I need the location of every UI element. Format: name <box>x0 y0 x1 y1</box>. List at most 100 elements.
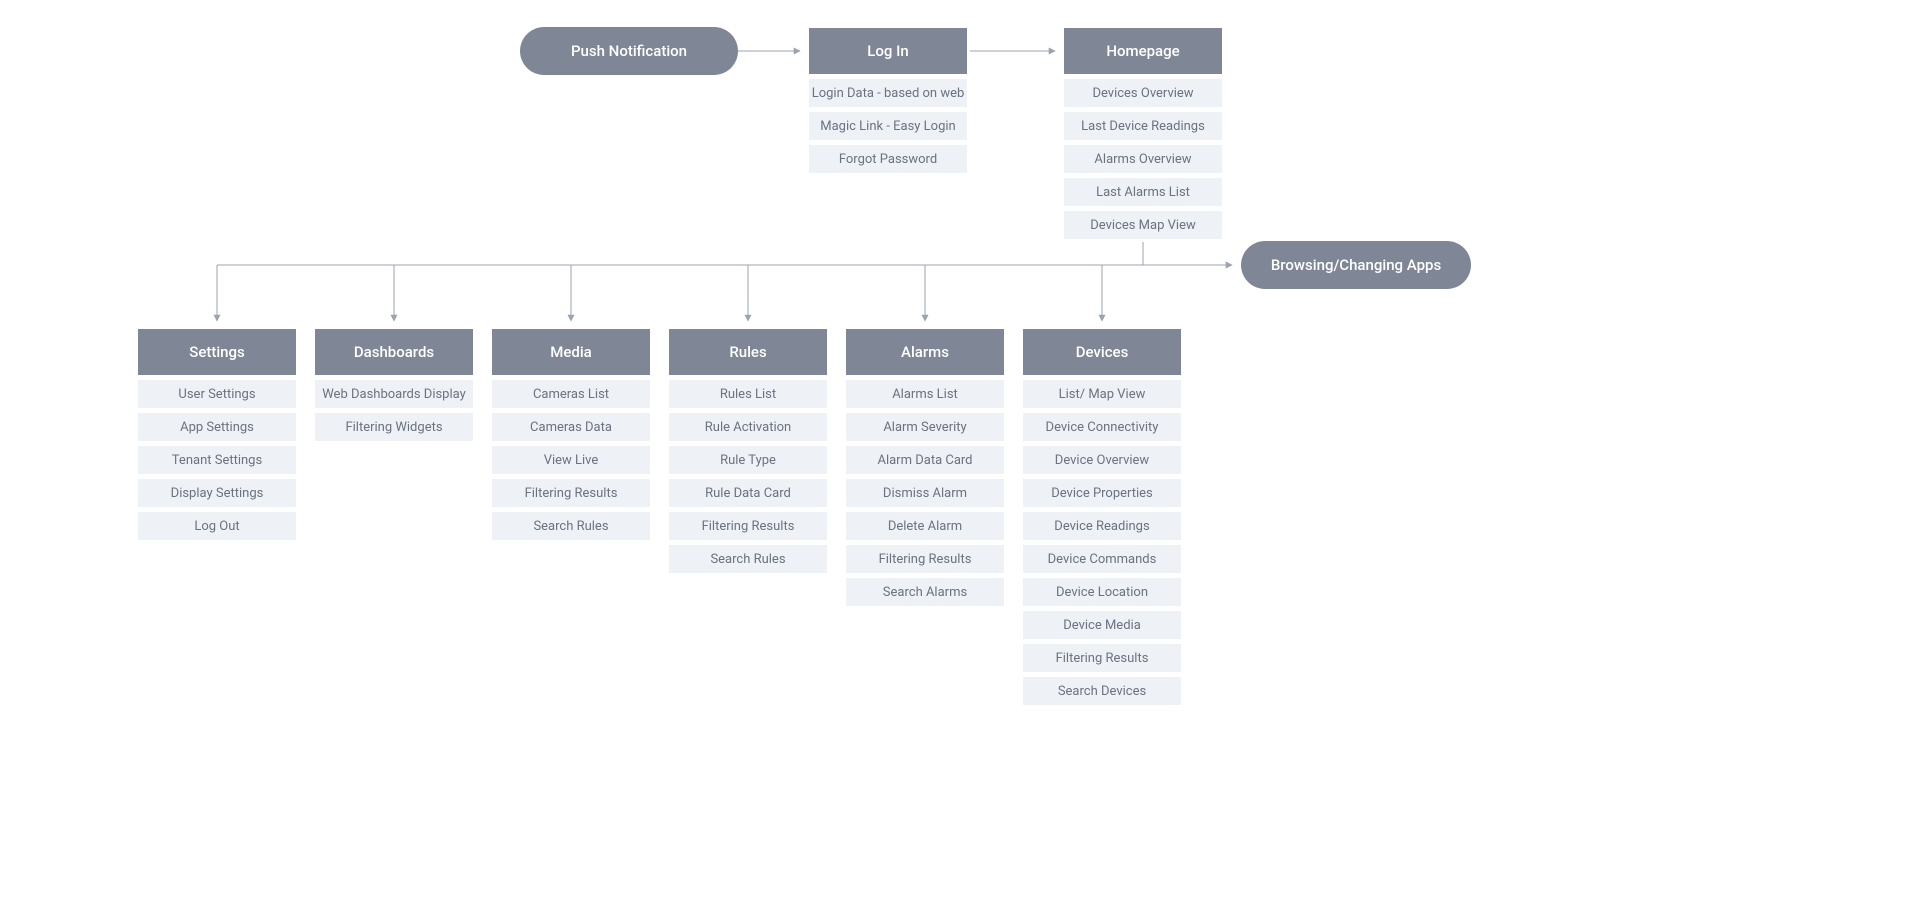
item-label: Rule Type <box>720 453 776 468</box>
settings-item: Log Out <box>138 512 296 540</box>
login-item: Login Data - based on web <box>809 79 967 107</box>
devices-item: Device Properties <box>1023 479 1181 507</box>
group-rules: Rules Rules List Rule Activation Rule Ty… <box>669 329 827 578</box>
item-label: List/ Map View <box>1059 387 1146 402</box>
item-label: Device Connectivity <box>1046 420 1159 435</box>
devices-item: Filtering Results <box>1023 644 1181 672</box>
item-label: Login Data - based on web <box>812 86 965 101</box>
group-settings: Settings User Settings App Settings Tena… <box>138 329 296 545</box>
group-header-dashboards: Dashboards <box>315 329 473 375</box>
item-label: Devices Map View <box>1090 218 1195 233</box>
login-item: Forgot Password <box>809 145 967 173</box>
group-header-homepage: Homepage <box>1064 28 1222 74</box>
item-label: Filtering Results <box>525 486 618 501</box>
dashboards-item: Web Dashboards Display <box>315 380 473 408</box>
group-login: Log In Login Data - based on web Magic L… <box>809 28 967 178</box>
alarms-item: Dismiss Alarm <box>846 479 1004 507</box>
alarms-item: Alarms List <box>846 380 1004 408</box>
item-label: Rule Activation <box>705 420 791 435</box>
item-label: Magic Link - Easy Login <box>820 119 955 134</box>
header-label: Alarms <box>901 343 949 361</box>
homepage-item: Last Device Readings <box>1064 112 1222 140</box>
media-item: Cameras List <box>492 380 650 408</box>
item-label: Devices Overview <box>1092 86 1193 101</box>
homepage-item: Devices Overview <box>1064 79 1222 107</box>
item-label: Cameras List <box>533 387 609 402</box>
item-label: Dismiss Alarm <box>883 486 967 501</box>
header-label: Media <box>550 343 592 361</box>
node-push-notification: Push Notification <box>520 27 738 75</box>
item-label: Web Dashboards Display <box>322 387 466 402</box>
header-label: Dashboards <box>354 343 434 361</box>
item-label: Cameras Data <box>530 420 612 435</box>
item-label: Filtering Results <box>702 519 795 534</box>
settings-item: User Settings <box>138 380 296 408</box>
item-label: Last Device Readings <box>1081 119 1205 134</box>
group-header-login: Log In <box>809 28 967 74</box>
devices-item: Device Commands <box>1023 545 1181 573</box>
item-label: Rule Data Card <box>705 486 791 501</box>
item-label: Search Rules <box>533 519 608 534</box>
diagram-canvas: Push Notification Browsing/Changing Apps… <box>0 0 1917 900</box>
settings-item: Tenant Settings <box>138 446 296 474</box>
group-header-settings: Settings <box>138 329 296 375</box>
rules-item: Rule Activation <box>669 413 827 441</box>
item-label: Filtering Results <box>879 552 972 567</box>
rules-item: Rule Type <box>669 446 827 474</box>
media-item: Cameras Data <box>492 413 650 441</box>
item-label: Filtering Results <box>1056 651 1149 666</box>
homepage-item: Devices Map View <box>1064 211 1222 239</box>
devices-item: List/ Map View <box>1023 380 1181 408</box>
item-label: Device Location <box>1056 585 1148 600</box>
item-label: Alarm Severity <box>883 420 966 435</box>
item-label: Alarms Overview <box>1094 152 1191 167</box>
group-header-alarms: Alarms <box>846 329 1004 375</box>
item-label: App Settings <box>180 420 254 435</box>
alarms-item: Alarm Severity <box>846 413 1004 441</box>
media-item: Search Rules <box>492 512 650 540</box>
item-label: Display Settings <box>171 486 264 501</box>
group-alarms: Alarms Alarms List Alarm Severity Alarm … <box>846 329 1004 611</box>
item-label: Alarm Data Card <box>877 453 972 468</box>
item-label: Forgot Password <box>839 152 937 167</box>
item-label: User Settings <box>178 387 255 402</box>
group-header-devices: Devices <box>1023 329 1181 375</box>
group-header-rules: Rules <box>669 329 827 375</box>
rules-item: Rules List <box>669 380 827 408</box>
header-label: Devices <box>1076 343 1129 361</box>
item-label: Filtering Widgets <box>345 420 442 435</box>
alarms-item: Filtering Results <box>846 545 1004 573</box>
item-label: Tenant Settings <box>172 453 262 468</box>
item-label: Device Readings <box>1054 519 1149 534</box>
header-label: Log In <box>867 42 908 60</box>
item-label: Search Rules <box>710 552 785 567</box>
login-item: Magic Link - Easy Login <box>809 112 967 140</box>
settings-item: App Settings <box>138 413 296 441</box>
devices-item: Device Overview <box>1023 446 1181 474</box>
item-label: Alarms List <box>892 387 958 402</box>
header-label: Rules <box>729 343 766 361</box>
item-label: Last Alarms List <box>1096 185 1190 200</box>
devices-item: Device Connectivity <box>1023 413 1181 441</box>
item-label: Device Overview <box>1055 453 1149 468</box>
media-item: Filtering Results <box>492 479 650 507</box>
alarms-item: Delete Alarm <box>846 512 1004 540</box>
homepage-item: Last Alarms List <box>1064 178 1222 206</box>
rules-item: Filtering Results <box>669 512 827 540</box>
group-dashboards: Dashboards Web Dashboards Display Filter… <box>315 329 473 446</box>
group-media: Media Cameras List Cameras Data View Liv… <box>492 329 650 545</box>
item-label: Device Media <box>1063 618 1141 633</box>
alarms-item: Search Alarms <box>846 578 1004 606</box>
homepage-item: Alarms Overview <box>1064 145 1222 173</box>
alarms-item: Alarm Data Card <box>846 446 1004 474</box>
group-devices: Devices List/ Map View Device Connectivi… <box>1023 329 1181 710</box>
node-label: Browsing/Changing Apps <box>1271 256 1441 274</box>
item-label: Search Devices <box>1058 684 1146 699</box>
node-label: Push Notification <box>571 42 687 60</box>
group-header-media: Media <box>492 329 650 375</box>
item-label: View Live <box>544 453 599 468</box>
item-label: Search Alarms <box>883 585 967 600</box>
media-item: View Live <box>492 446 650 474</box>
item-label: Device Properties <box>1051 486 1153 501</box>
devices-item: Search Devices <box>1023 677 1181 705</box>
